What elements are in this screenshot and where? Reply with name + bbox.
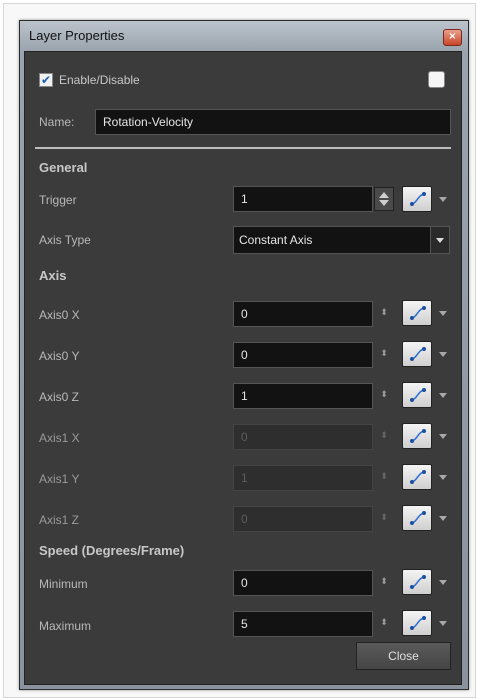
minimum-function-button[interactable] xyxy=(402,569,432,595)
close-window-button[interactable]: × xyxy=(443,29,462,46)
function-curve-icon xyxy=(410,192,426,206)
speed-header: Speed (Degrees/Frame) xyxy=(39,543,185,558)
chevron-down-icon[interactable] xyxy=(438,577,448,587)
spin-arrows-icon[interactable]: ⬍ xyxy=(379,618,389,628)
axis1-y-field: 1 xyxy=(233,465,373,491)
axis1-z-field: 0 xyxy=(233,506,373,532)
trigger-stepper[interactable] xyxy=(374,187,394,211)
spin-arrows-icon[interactable]: ⬍ xyxy=(379,390,389,400)
axis1-x-field: 0 xyxy=(233,424,373,450)
separator xyxy=(35,147,451,149)
axis0-y-field[interactable]: 0 xyxy=(233,342,373,368)
chevron-down-icon[interactable] xyxy=(438,513,448,523)
layer-properties-dialog: Layer Properties × ✔ Enable/Disable Name… xyxy=(19,20,469,690)
enable-checkbox[interactable]: ✔ xyxy=(39,73,53,87)
dialog-title: Layer Properties xyxy=(29,28,125,43)
function-curve-icon xyxy=(410,429,426,443)
close-icon: × xyxy=(448,31,457,42)
axis-header: Axis xyxy=(39,268,67,283)
function-curve-icon xyxy=(410,616,426,630)
name-label: Name: xyxy=(39,115,75,129)
axis0-y-function-button[interactable] xyxy=(402,341,432,367)
name-field[interactable]: Rotation-Velocity xyxy=(95,109,451,135)
chevron-down-icon[interactable] xyxy=(438,349,448,359)
axis0-y-label: Axis0 Y xyxy=(39,349,80,363)
axis1-y-function-button[interactable] xyxy=(402,464,432,490)
spin-arrows-icon[interactable]: ⬍ xyxy=(379,349,389,359)
axis0-z-field[interactable]: 1 xyxy=(233,383,373,409)
axis1-z-function-button[interactable] xyxy=(402,505,432,531)
maximum-field[interactable]: 5 xyxy=(233,611,373,637)
function-curve-icon xyxy=(410,306,426,320)
chevron-down-icon[interactable] xyxy=(438,431,448,441)
axis0-x-label: Axis0 X xyxy=(39,308,80,322)
axis1-y-label: Axis1 Y xyxy=(39,472,80,486)
chevron-down-icon[interactable] xyxy=(438,618,448,628)
chevron-down-icon[interactable] xyxy=(438,308,448,318)
spin-up-icon[interactable] xyxy=(379,192,389,198)
function-curve-icon xyxy=(410,347,426,361)
function-curve-icon xyxy=(410,388,426,402)
function-curve-icon xyxy=(410,470,426,484)
color-swatch-checkbox[interactable] xyxy=(428,71,445,88)
chevron-down-icon[interactable] xyxy=(438,390,448,400)
spin-arrows-icon[interactable]: ⬍ xyxy=(379,577,389,587)
minimum-field[interactable]: 0 xyxy=(233,570,373,596)
title-bar[interactable]: Layer Properties × xyxy=(20,21,468,51)
axis1-z-label: Axis1 Z xyxy=(39,513,80,527)
spin-down-icon[interactable] xyxy=(379,200,389,206)
axis0-z-function-button[interactable] xyxy=(402,382,432,408)
spin-arrows-icon: ⬍ xyxy=(380,472,388,482)
spin-arrows-icon: ⬍ xyxy=(380,513,388,523)
axis0-x-function-button[interactable] xyxy=(402,300,432,326)
spin-arrows-icon: ⬍ xyxy=(380,431,388,441)
axis-type-label: Axis Type xyxy=(39,233,91,247)
trigger-function-button[interactable] xyxy=(402,186,432,212)
function-curve-icon xyxy=(410,575,426,589)
enable-label: Enable/Disable xyxy=(59,73,140,87)
axis0-x-field[interactable]: 0 xyxy=(233,301,373,327)
close-button[interactable]: Close xyxy=(356,642,451,670)
chevron-down-icon[interactable] xyxy=(430,227,449,253)
axis-type-value: Constant Axis xyxy=(239,233,313,247)
trigger-label: Trigger xyxy=(39,193,77,207)
maximum-function-button[interactable] xyxy=(402,610,432,636)
chevron-down-icon[interactable] xyxy=(438,472,448,482)
maximum-label: Maximum xyxy=(39,619,92,633)
spin-arrows-icon[interactable]: ⬍ xyxy=(379,308,389,318)
axis0-z-label: Axis0 Z xyxy=(39,390,80,404)
axis1-x-label: Axis1 X xyxy=(39,431,80,445)
axis1-x-function-button[interactable] xyxy=(402,423,432,449)
trigger-field[interactable]: 1 xyxy=(233,186,373,212)
chevron-down-icon[interactable] xyxy=(438,194,448,204)
general-header: General xyxy=(39,160,88,175)
function-curve-icon xyxy=(410,511,426,525)
dialog-body: ✔ Enable/Disable Name: Rotation-Velocity… xyxy=(24,51,462,685)
minimum-label: Minimum xyxy=(39,577,88,591)
axis-type-select[interactable]: Constant Axis xyxy=(233,226,450,254)
